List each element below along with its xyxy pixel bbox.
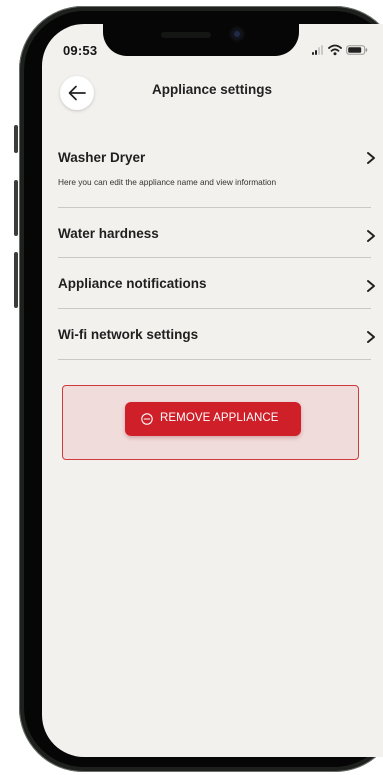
settings-item-washer-dryer[interactable]: Washer Dryer Here you can edit the appli… [58,150,375,192]
wifi-icon [328,44,342,56]
back-button[interactable] [60,76,94,110]
device-action-button [14,125,18,153]
minus-circle-icon [141,413,153,425]
settings-item-label: Water hardness [58,226,159,241]
remove-appliance-label: REMOVE APPLIANCE [160,412,279,424]
page-title: Appliance settings [151,82,273,97]
settings-item-wifi-network[interactable]: Wi-fi network settings [58,327,375,349]
settings-item-label: Washer Dryer [58,150,146,165]
settings-item-description: Here you can edit the appliance name and… [58,177,277,187]
settings-item-appliance-notifications[interactable]: Appliance notifications [58,276,375,298]
earpiece-speaker [161,32,211,38]
cellular-signal-icon [312,43,324,55]
divider [58,207,371,208]
status-time: 09:53 [63,43,98,58]
divider [58,257,371,258]
app-screen: 09:53 Appliance settings Washer Dryer He… [42,24,383,757]
device-volume-up-button [14,180,18,236]
settings-item-water-hardness[interactable]: Water hardness [58,226,375,248]
chevron-right-icon [367,280,375,292]
chevron-right-icon [367,331,375,343]
remove-appliance-panel: REMOVE APPLIANCE [62,385,359,460]
notch [103,24,299,56]
settings-item-label: Appliance notifications [58,276,207,291]
settings-item-label: Wi-fi network settings [58,327,199,342]
divider [58,359,371,360]
front-camera [231,28,243,40]
chevron-right-icon [367,152,375,164]
divider [58,308,371,309]
remove-appliance-button[interactable]: REMOVE APPLIANCE [125,402,301,436]
arrow-left-icon [68,85,86,101]
chevron-right-icon [367,230,375,242]
device-volume-down-button [14,252,18,308]
battery-icon [346,45,368,55]
